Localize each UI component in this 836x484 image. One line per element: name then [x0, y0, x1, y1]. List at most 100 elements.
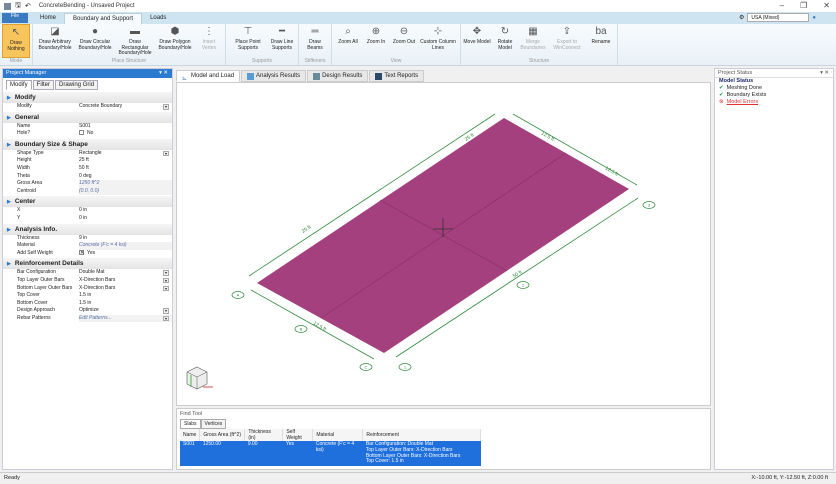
column-header[interactable]: Self Weight — [282, 429, 314, 441]
expand-icon[interactable]: ▶ — [7, 199, 11, 205]
expand-icon[interactable]: ▶ — [7, 261, 11, 267]
zoom-in-button[interactable]: ⊕ Zoom In — [362, 24, 390, 58]
dropdown-icon[interactable]: ▾ — [163, 308, 169, 314]
property-value[interactable]: 9 in — [79, 235, 172, 243]
expand-icon[interactable]: ▶ — [7, 115, 11, 121]
status-item-text[interactable]: Model Errors — [727, 99, 758, 105]
dropdown-icon[interactable]: ▾ — [163, 285, 169, 291]
property-value[interactable]: 1250 ft^2 — [79, 180, 172, 188]
section-header[interactable]: ▶ Center — [3, 196, 172, 208]
column-header[interactable]: Thickness (in) — [244, 429, 284, 441]
property-value[interactable]: 25 ft — [79, 157, 172, 165]
tab-boundary-and-support[interactable]: Boundary and Support — [64, 13, 143, 24]
property-value[interactable]: No — [79, 130, 172, 138]
property-value[interactable]: Concrete (F'c = 4 ksi) — [79, 242, 172, 250]
property-value[interactable]: Optimize — [79, 307, 172, 315]
help-icon[interactable]: ● — [812, 15, 816, 21]
column-header[interactable]: Gross Area (ft^2) — [199, 429, 246, 441]
section-header[interactable]: ▶ Analysis Info. — [3, 223, 172, 235]
custom-column-lines-button[interactable]: ⊹ Custom Column Lines — [418, 24, 458, 58]
property-value[interactable]: ✕ Yes — [79, 250, 172, 258]
draw-nothing-button[interactable]: ↖ Draw Nothing — [2, 24, 30, 58]
expand-icon[interactable]: ▶ — [7, 227, 11, 233]
draw-circular-boundary-hole-button[interactable]: ● Draw Circular Boundary/Hole — [75, 24, 115, 58]
save-icon[interactable]: 🖫 — [15, 1, 21, 12]
property-value[interactable]: (0.0, 0.0) — [79, 187, 172, 196]
property-value[interactable]: 1.5 in — [79, 300, 172, 308]
section-header[interactable]: ▶ Modify — [3, 92, 172, 103]
zoom-out-button[interactable]: ⊖ Zoom Out — [390, 24, 418, 58]
property-value[interactable]: 0 in — [79, 215, 172, 223]
view-cube[interactable] — [186, 366, 213, 390]
tab-filter[interactable]: Filter — [32, 80, 55, 90]
insert-vertex-button[interactable]: ⋮ Insert Vertex — [195, 24, 223, 58]
grid-bubble[interactable]: 2 — [516, 281, 530, 289]
status-item[interactable]: ⊗ Model Errors — [715, 99, 833, 106]
tab-slabs[interactable]: Slabs — [180, 419, 201, 429]
grid-bubble[interactable]: C — [359, 363, 373, 371]
column-header[interactable]: Material — [312, 429, 364, 441]
column-header[interactable]: Name — [180, 429, 201, 441]
checkbox[interactable] — [79, 130, 84, 136]
draw-polygon-boundary-hole-button[interactable]: ⬢ Draw Polygon Boundary/Hole — [155, 24, 195, 58]
grid-bubble[interactable]: 3 — [642, 201, 656, 209]
move-model-button[interactable]: ✥ Move Model — [463, 24, 491, 58]
property-value[interactable]: S001 — [79, 123, 172, 131]
property-value[interactable]: Rectangle — [79, 150, 172, 158]
minimize-button[interactable]: – — [780, 1, 784, 10]
dropdown-icon[interactable]: ▾ — [163, 315, 169, 322]
property-value[interactable]: X-Direction Bars — [79, 277, 172, 285]
property-value[interactable]: 0 deg — [79, 173, 172, 181]
column-header[interactable]: Reinforcement — [362, 429, 482, 441]
property-value[interactable]: Concrete Boundary — [79, 103, 172, 111]
tab-drawing-grid[interactable]: Drawing Grid — [55, 80, 99, 90]
close-button[interactable]: ✕ — [823, 1, 830, 10]
grid-bubble[interactable]: 1 — [398, 363, 412, 371]
undo-icon[interactable]: ↶ — [25, 2, 31, 10]
export-to-winconnect-button[interactable]: ⇪ Export to WinConnect — [547, 24, 587, 58]
tab-text-reports[interactable]: Text Reports — [369, 70, 425, 82]
grid-bubble[interactable]: A — [231, 291, 245, 299]
tab-home[interactable]: Home — [32, 13, 64, 24]
property-value[interactable]: 0 in — [79, 207, 172, 215]
dropdown-icon[interactable]: ▾ — [163, 104, 169, 110]
checkbox[interactable]: ✕ — [79, 249, 84, 255]
section-header[interactable]: ▶ Reinforcement Details — [3, 258, 172, 270]
tab-design-results[interactable]: Design Results — [307, 70, 369, 82]
file-menu-button[interactable]: File — [2, 13, 28, 23]
rename-button[interactable]: ba Rename — [587, 24, 615, 58]
place-point-supports-button[interactable]: ⊤ Place Point Supports — [228, 24, 268, 58]
property-value[interactable]: X-Direction Bars — [79, 285, 172, 293]
draw-beams-button[interactable]: ═ Draw Beams — [301, 24, 329, 58]
maximize-button[interactable]: ❐ — [800, 1, 807, 10]
property-value[interactable]: 1.5 in — [79, 292, 172, 300]
zoom-all-button[interactable]: ⌕ Zoom All — [334, 24, 362, 58]
section-header[interactable]: ▶ Boundary Size & Shape — [3, 138, 172, 150]
rotate-model-button[interactable]: ↻ Rotate Model — [491, 24, 519, 58]
pin-icon[interactable]: ▾ ✕ — [159, 69, 168, 78]
draw-line-supports-button[interactable]: ━ Draw Line Supports — [268, 24, 296, 58]
table-row[interactable]: S001 1250.00 9.00 Yes Concrete (F'c = 4 … — [180, 441, 481, 467]
merge-boundaries-button[interactable]: ▦ Merge Boundaries — [519, 24, 547, 58]
dropdown-icon[interactable]: ▾ — [163, 150, 169, 157]
tab-modify[interactable]: Modify — [6, 80, 32, 90]
tab-loads[interactable]: Loads — [142, 13, 174, 24]
region-select[interactable]: USA (Mixed) — [747, 13, 810, 22]
dropdown-icon[interactable]: ▾ — [163, 277, 169, 284]
model-drawing[interactable]: 25 ft25 ft12.5 ft12.5 ft50 ft12.5 ft ABC… — [177, 83, 712, 407]
draw-rectangular-boundary-hole-button[interactable]: ▬ Draw Rectangular Boundary/Hole — [115, 24, 155, 58]
pin-icon[interactable]: ▾ ✕ — [820, 69, 829, 78]
expand-icon[interactable]: ▶ — [7, 142, 11, 148]
model-viewport[interactable]: 25 ft 25 ft 12.5 ft 12.5 ft 50 ft 12.5 ft ABC… — [176, 82, 711, 406]
draw-arbitrary-boundary-hole-button[interactable]: ◪ Draw Arbitrary Boundary/Hole — [35, 24, 75, 58]
tab-analysis-results[interactable]: Analysis Results — [241, 70, 307, 82]
grid-bubble[interactable]: B — [294, 325, 308, 333]
tab-vertices[interactable]: Vertices — [200, 419, 227, 429]
dropdown-icon[interactable]: ▾ — [163, 270, 169, 276]
tab-model-and-load[interactable]: ⊾ Model and Load — [176, 70, 241, 82]
expand-icon[interactable]: ▶ — [7, 95, 11, 101]
section-header[interactable]: ▶ General — [3, 111, 172, 123]
property-value[interactable]: Double Mat — [79, 269, 172, 277]
property-value[interactable]: 50 ft — [79, 165, 172, 173]
property-value[interactable]: Edit Patterns... — [79, 314, 172, 323]
